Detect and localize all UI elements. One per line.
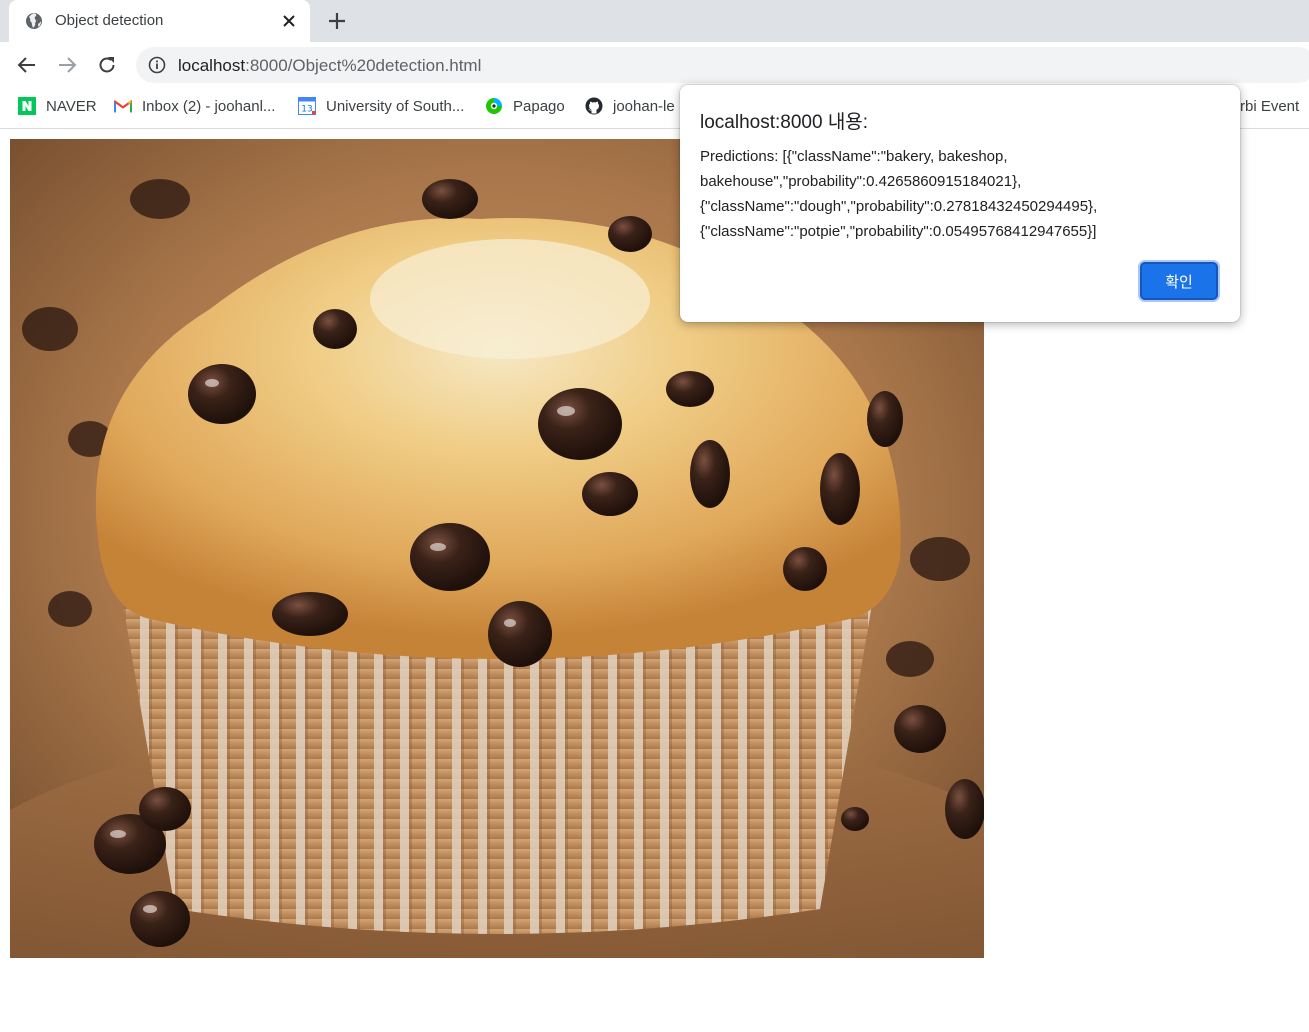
globe-icon xyxy=(26,13,42,29)
message-line: {"className":"potpie","probability":0.05… xyxy=(700,223,1097,240)
bookmark-label: joohan-le xyxy=(613,97,675,115)
reload-icon[interactable] xyxy=(96,54,118,76)
gmail-icon xyxy=(114,100,132,113)
bookmark-label: NAVER xyxy=(46,97,97,115)
naver-icon xyxy=(18,97,36,115)
bookmark-event[interactable]: rbi Event xyxy=(1240,88,1299,124)
github-icon xyxy=(585,97,603,115)
message-line: bakehouse","probability":0.4265860915184… xyxy=(700,173,1022,190)
url-host: localhost xyxy=(178,56,246,75)
tab-strip: Object detection xyxy=(0,0,1309,42)
papago-icon xyxy=(486,98,502,114)
url-text[interactable]: localhost:8000/Object%20detection.html xyxy=(178,56,481,76)
bookmark-github[interactable]: joohan-le xyxy=(585,88,675,124)
forward-arrow-icon[interactable] xyxy=(56,54,78,76)
svg-text:13: 13 xyxy=(301,105,312,115)
bookmark-label: University of South... xyxy=(326,97,465,115)
bookmark-naver[interactable]: NAVER xyxy=(18,88,97,124)
address-bar[interactable]: localhost:8000/Object%20detection.html xyxy=(136,47,1309,83)
message-line: {"className":"dough","probability":0.278… xyxy=(700,198,1098,215)
tab-title: Object detection xyxy=(55,12,164,29)
bookmark-label: Papago xyxy=(513,97,565,115)
close-icon[interactable] xyxy=(281,13,297,29)
new-tab-icon[interactable] xyxy=(327,11,347,31)
dialog-message: Predictions: [{"className":"bakery, bake… xyxy=(700,144,1220,244)
bookmark-gmail[interactable]: Inbox (2) - joohanl... xyxy=(114,88,275,124)
url-path: :8000/Object%20detection.html xyxy=(245,56,482,75)
browser-toolbar: localhost:8000/Object%20detection.html xyxy=(0,42,1309,88)
dialog-title: localhost:8000 내용: xyxy=(700,112,869,133)
bookmark-label: rbi Event xyxy=(1240,97,1300,115)
bookmark-papago[interactable]: Papago xyxy=(485,88,565,124)
alert-dialog: localhost:8000 내용: Predictions: [{"class… xyxy=(680,85,1240,322)
browser-tab[interactable]: Object detection xyxy=(9,0,310,42)
bookmark-university[interactable]: 13 University of South... xyxy=(298,88,464,124)
back-arrow-icon[interactable] xyxy=(16,54,38,76)
calendar-icon: 13 xyxy=(298,97,316,115)
ok-button[interactable]: 확인 xyxy=(1140,262,1218,300)
bookmark-label: Inbox (2) - joohanl... xyxy=(142,97,276,115)
info-icon[interactable] xyxy=(148,56,166,74)
message-line: Predictions: [{"className":"bakery, bake… xyxy=(700,148,1008,165)
